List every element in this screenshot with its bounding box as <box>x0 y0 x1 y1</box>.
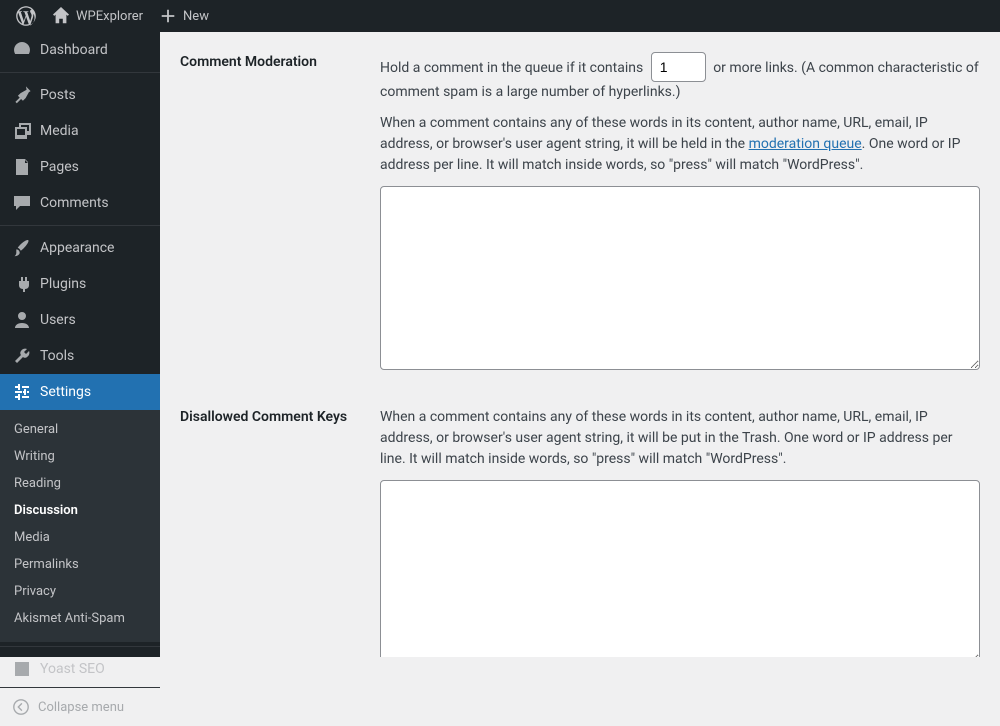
submenu-item-general[interactable]: General <box>0 416 160 443</box>
moderation-keys-textarea[interactable] <box>380 186 980 370</box>
wordpress-icon <box>16 6 36 26</box>
page-icon <box>12 157 32 177</box>
sidebar-item-users[interactable]: Users <box>0 302 160 338</box>
sidebar-item-pages[interactable]: Pages <box>0 149 160 185</box>
comment-moderation-field: Hold a comment in the queue if it contai… <box>380 52 980 377</box>
wp-logo[interactable] <box>8 0 44 32</box>
sidebar-item-posts[interactable]: Posts <box>0 77 160 113</box>
disallowed-keys-description: When a comment contains any of these wor… <box>380 407 980 470</box>
sidebar-item-label: Pages <box>40 159 79 175</box>
brush-icon <box>12 238 32 258</box>
plug-icon <box>12 274 32 294</box>
sidebar-item-tools[interactable]: Tools <box>0 338 160 374</box>
settings-submenu: General Writing Reading Discussion Media… <box>0 410 160 642</box>
admin-bar: WPExplorer New <box>0 0 1000 32</box>
moderation-links-description: Hold a comment in the queue if it contai… <box>380 52 980 103</box>
menu-separator <box>0 646 160 647</box>
yoast-icon <box>12 659 32 679</box>
collapse-menu-button[interactable]: Collapse menu <box>0 687 160 726</box>
moderation-keys-description: When a comment contains any of these wor… <box>380 113 980 176</box>
sidebar-item-label: Comments <box>40 195 109 211</box>
submenu-item-privacy[interactable]: Privacy <box>0 578 160 605</box>
sidebar-item-comments[interactable]: Comments <box>0 185 160 221</box>
submenu-item-permalinks[interactable]: Permalinks <box>0 551 160 578</box>
pin-icon <box>12 85 32 105</box>
disallowed-keys-field: When a comment contains any of these wor… <box>380 407 980 657</box>
media-icon <box>12 121 32 141</box>
dashboard-icon <box>12 40 32 60</box>
collapse-icon <box>12 698 30 716</box>
sidebar-item-yoast[interactable]: Yoast SEO <box>0 651 160 687</box>
sidebar-item-label: Posts <box>40 87 76 103</box>
settings-discussion-page: Comment Moderation Hold a comment in the… <box>160 32 1000 657</box>
plus-icon <box>159 7 177 25</box>
disallowed-keys-row: Disallowed Comment Keys When a comment c… <box>180 407 980 657</box>
comment-moderation-label: Comment Moderation <box>180 52 380 70</box>
home-icon <box>52 7 70 25</box>
moderation-links-input[interactable] <box>651 52 706 82</box>
sliders-icon <box>12 382 32 402</box>
sidebar-item-label: Settings <box>40 384 91 400</box>
disallowed-keys-textarea[interactable] <box>380 480 980 657</box>
submenu-item-writing[interactable]: Writing <box>0 443 160 470</box>
comment-moderation-row: Comment Moderation Hold a comment in the… <box>180 52 980 377</box>
menu-separator <box>0 72 160 73</box>
comment-icon <box>12 193 32 213</box>
submenu-item-discussion[interactable]: Discussion <box>0 497 160 524</box>
sidebar-item-label: Appearance <box>40 240 114 256</box>
submenu-item-reading[interactable]: Reading <box>0 470 160 497</box>
sidebar-item-label: Media <box>40 123 79 139</box>
sidebar-item-media[interactable]: Media <box>0 113 160 149</box>
sidebar-item-label: Tools <box>40 348 74 364</box>
submenu-item-media[interactable]: Media <box>0 524 160 551</box>
submenu-item-akismet[interactable]: Akismet Anti-Spam <box>0 605 160 632</box>
moderation-queue-link[interactable]: moderation queue <box>749 136 862 152</box>
sidebar-item-label: Dashboard <box>40 42 108 58</box>
sidebar-item-label: Yoast SEO <box>40 661 105 677</box>
sidebar-item-dashboard[interactable]: Dashboard <box>0 32 160 68</box>
collapse-label: Collapse menu <box>38 700 124 715</box>
sidebar-item-plugins[interactable]: Plugins <box>0 266 160 302</box>
disallowed-keys-label: Disallowed Comment Keys <box>180 407 380 425</box>
admin-bar-new[interactable]: New <box>151 0 217 32</box>
sidebar-item-appearance[interactable]: Appearance <box>0 230 160 266</box>
user-icon <box>12 310 32 330</box>
admin-bar-site-name[interactable]: WPExplorer <box>44 0 151 32</box>
menu-separator <box>0 225 160 226</box>
site-name-label: WPExplorer <box>76 9 143 24</box>
text: Hold a comment in the queue if it contai… <box>380 60 643 76</box>
wrench-icon <box>12 346 32 366</box>
admin-sidebar: Dashboard Posts Media Pages Comments App… <box>0 32 160 657</box>
new-label: New <box>183 9 209 24</box>
sidebar-item-label: Users <box>40 312 76 328</box>
sidebar-item-settings[interactable]: Settings <box>0 374 160 410</box>
sidebar-item-label: Plugins <box>40 276 86 292</box>
